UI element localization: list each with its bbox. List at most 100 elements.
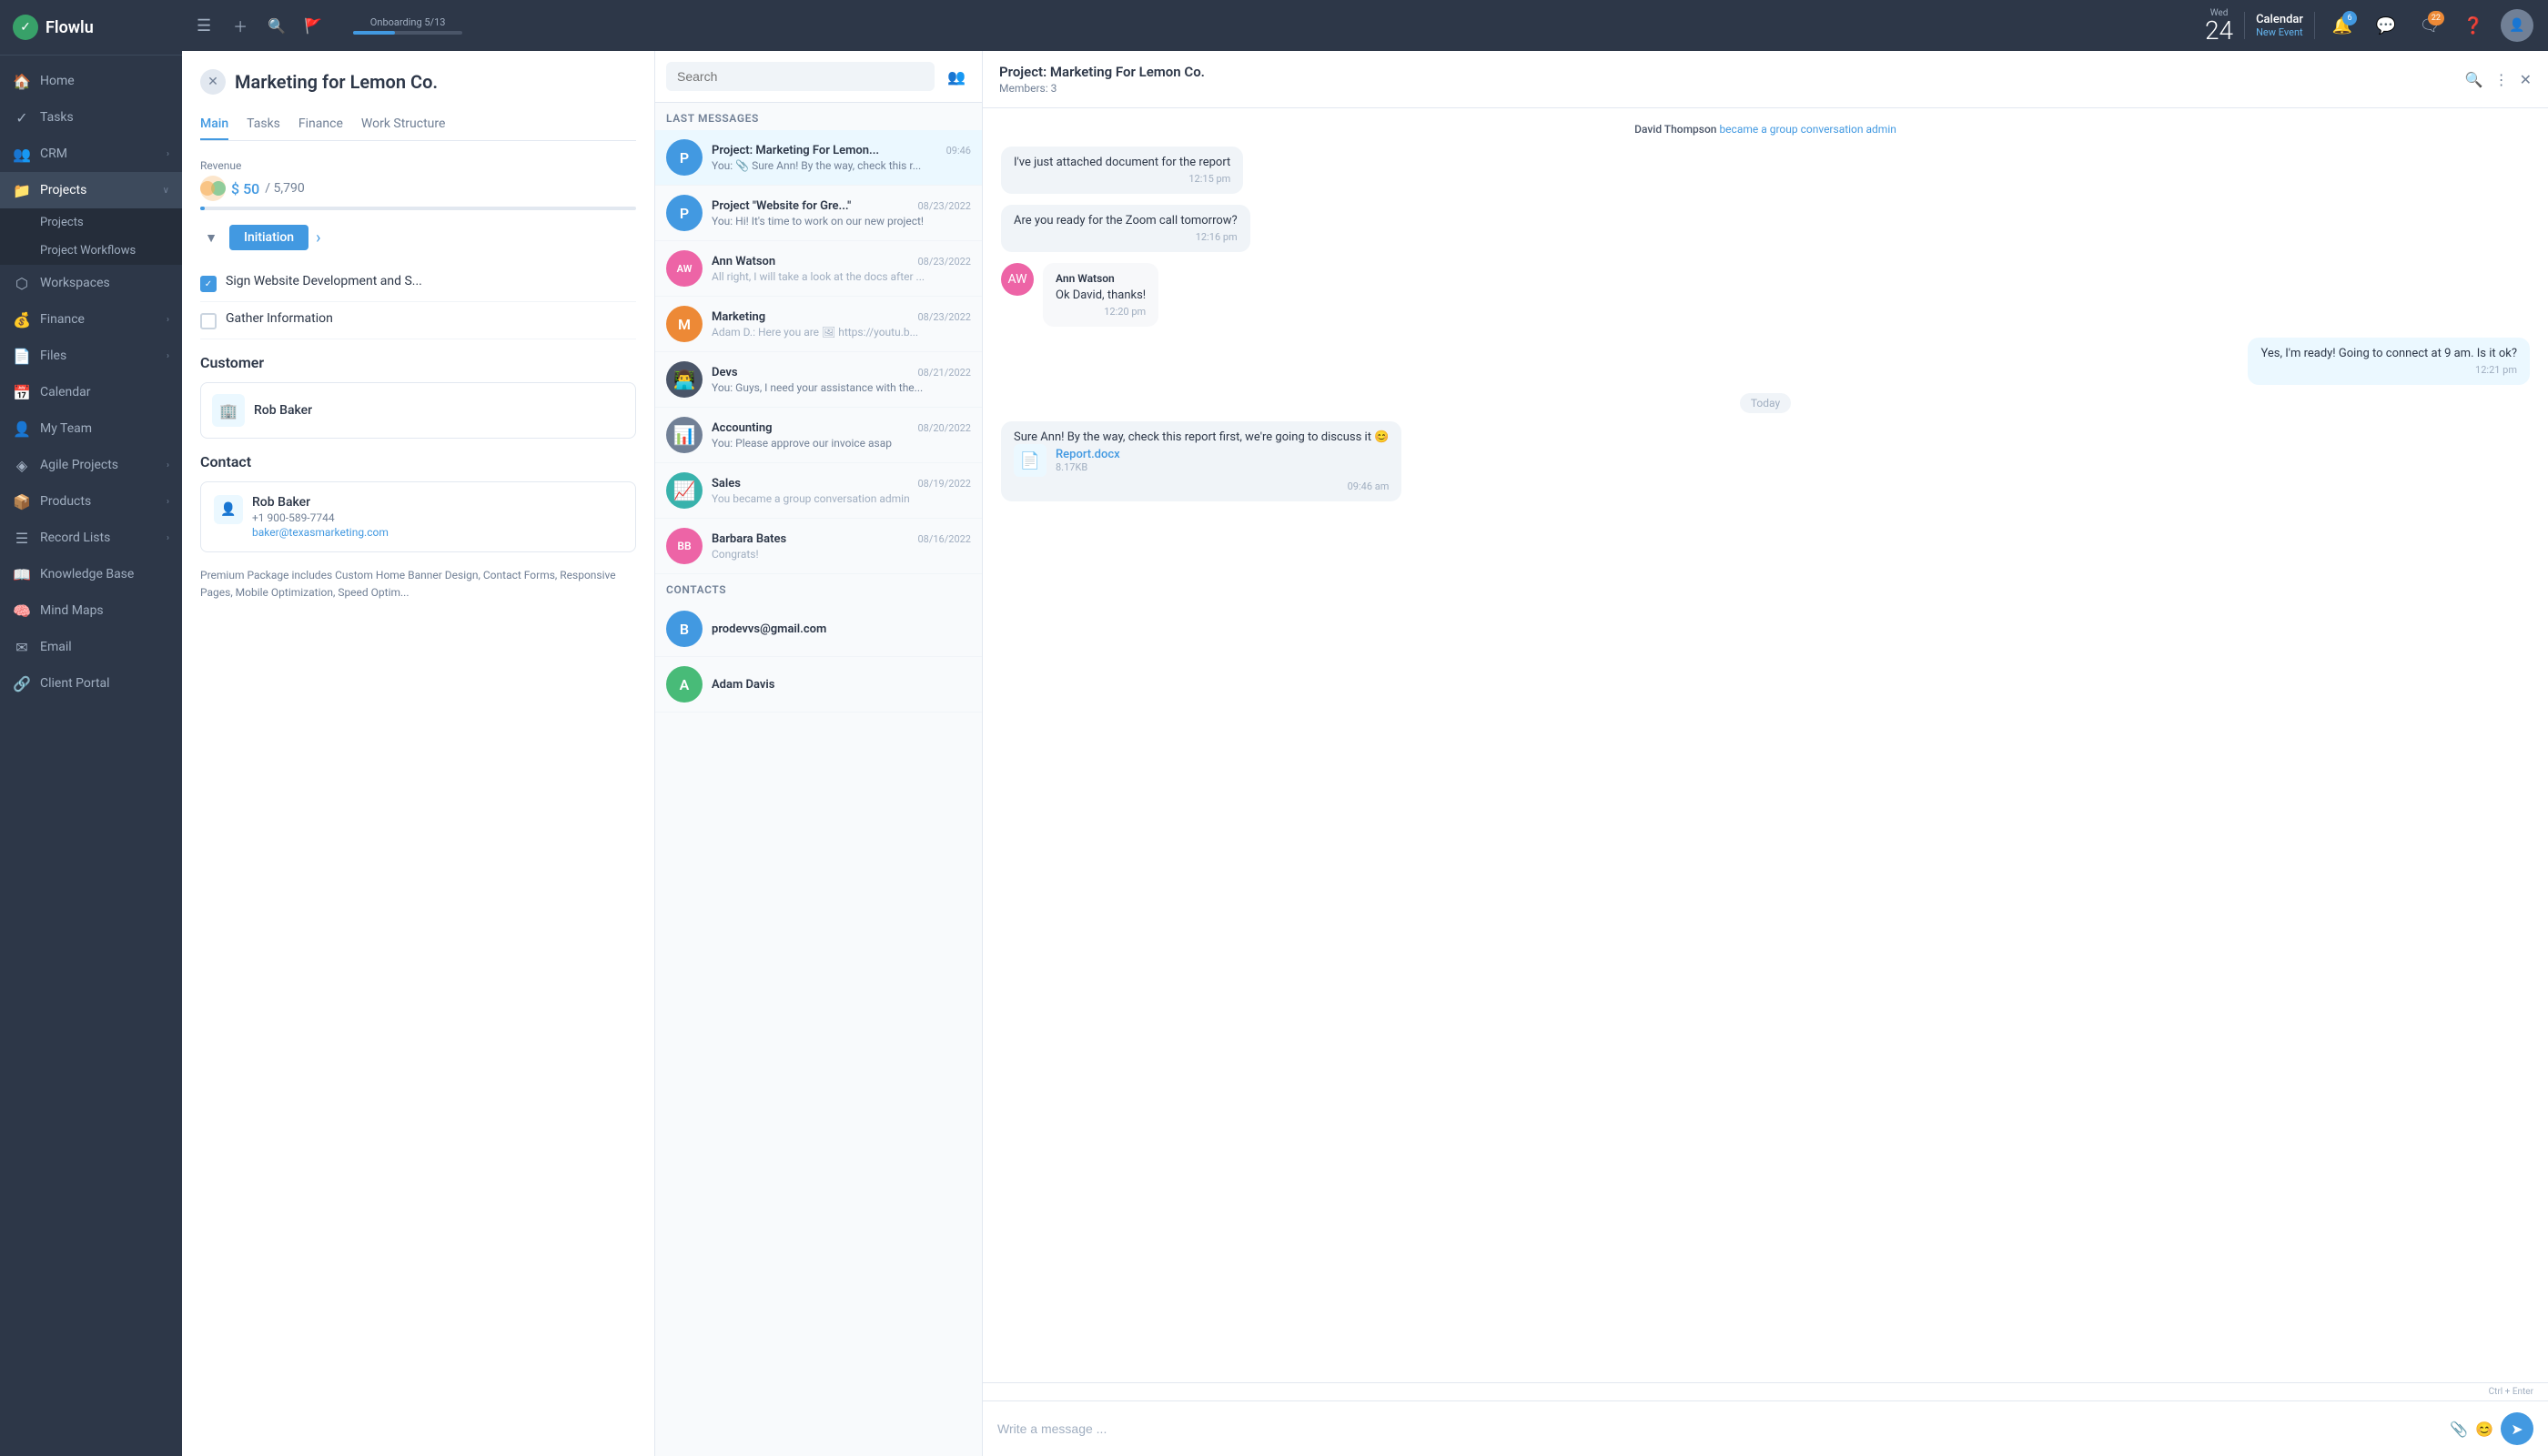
products-icon: 📦 [13,492,31,511]
sidebar-item-workspaces[interactable]: ⬡ Workspaces [0,265,182,301]
chat-bubble-1: I've just attached document for the repo… [1001,147,1243,194]
messenger-contact-0[interactable]: B prodevvs@gmail.com [655,602,982,657]
file-name-link[interactable]: Report.docx [1056,448,1120,461]
contact-name-0: prodevvs@gmail.com [712,622,971,636]
flowlu-logo-icon: ✓ [13,15,38,40]
chat-close-button[interactable]: ✕ [2520,71,2532,88]
messages-badge: 22 [2428,11,2444,25]
last-messages-label: Last messages [655,103,982,130]
file-time: 09:46 am [1014,480,1389,492]
project-title: Marketing for Lemon Co. [235,71,438,93]
hamburger-menu-icon[interactable]: ☰ [197,16,211,35]
sidebar-item-email[interactable]: ✉ Email [0,629,182,665]
sidebar-item-label: Workspaces [40,276,169,290]
sidebar-item-project-workflows[interactable]: Project Workflows [0,237,182,265]
sidebar-item-label: CRM [40,147,157,161]
chat-more-button[interactable]: ⋮ [2494,71,2509,88]
contact-email[interactable]: baker@texasmarketing.com [252,526,389,539]
customer-section-title: Customer [200,354,636,371]
send-message-button[interactable]: ➤ [2501,1412,2533,1445]
sidebar-item-label: Projects [40,183,154,197]
msg-content-4: Devs 08/21/2022 You: Guys, I need your a… [712,366,971,394]
sidebar-item-my-team[interactable]: 👤 My Team [0,410,182,447]
sidebar-item-finance[interactable]: 💰 Finance › [0,301,182,338]
messenger-item-5[interactable]: 📊 Accounting 08/20/2022 You: Please appr… [655,408,982,463]
revenue-bar-fill [200,207,205,210]
msg-name-0: Project: Marketing For Lemon... [712,144,879,157]
sidebar-item-files[interactable]: 📄 Files › [0,338,182,374]
sidebar-item-label: Calendar [40,385,169,399]
emoji-icon[interactable]: 😊 [2475,1421,2493,1438]
sidebar-item-label: Client Portal [40,676,169,691]
task-text-1: Sign Website Development and S... [226,274,422,288]
messenger-contact-1[interactable]: A Adam Davis [655,657,982,713]
sidebar-item-knowledge-base[interactable]: 📖 Knowledge Base [0,556,182,592]
onboarding-progress: Onboarding 5/13 [353,16,462,35]
messenger-item-6[interactable]: 📈 Sales 08/19/2022 You became a group co… [655,463,982,519]
messages-badge-button[interactable]: 🗨 22 [2413,9,2446,42]
messenger-item-2[interactable]: AW Ann Watson 08/23/2022 All right, I wi… [655,241,982,297]
customer-card[interactable]: 🏢 Rob Baker [200,382,636,439]
stage-collapse-button[interactable]: ▼ [200,227,222,248]
admin-name: David Thompson [1634,123,1716,136]
sidebar-item-agile[interactable]: ◈ Agile Projects › [0,447,182,483]
tab-work-structure[interactable]: Work Structure [361,109,446,140]
contact-card: 👤 Rob Baker +1 900-589-7744 baker@texasm… [200,481,636,552]
tab-finance[interactable]: Finance [298,109,343,140]
sidebar-item-label: Mind Maps [40,603,169,618]
topbar-right: Wed 24 Calendar New Event 🔔 6 💬 🗨 22 ❓ 👤 [2205,8,2533,44]
user-avatar[interactable]: 👤 [2501,9,2533,42]
contact-icon: 👤 [214,495,243,524]
messenger-item-0[interactable]: P Project: Marketing For Lemon... 09:46 … [655,130,982,186]
chat-file-row: 📄 Report.docx 8.17KB [1014,444,1389,477]
add-button[interactable]: ＋ [226,11,255,40]
msg-header-4: Devs 08/21/2022 [712,366,971,379]
file-details: Report.docx 8.17KB [1056,448,1120,473]
sidebar-item-mind-maps[interactable]: 🧠 Mind Maps [0,592,182,629]
sidebar-item-projects[interactable]: 📁 Projects ∨ [0,172,182,208]
msg-time-0: 09:46 [946,145,971,157]
messenger-item-4[interactable]: 👨‍💻 Devs 08/21/2022 You: Guys, I need yo… [655,352,982,408]
chat-header-left: Project: Marketing For Lemon Co. Members… [999,64,1205,95]
sidebar-item-client-portal[interactable]: 🔗 Client Portal [0,665,182,702]
messenger-item-7[interactable]: BB Barbara Bates 08/16/2022 Congrats! [655,519,982,574]
sidebar-navigation: 🏠 Home ✓ Tasks 👥 CRM › 📁 Projects ∨ Proj… [0,56,182,1456]
sidebar-item-products[interactable]: 📦 Products › [0,483,182,520]
contact-details: Rob Baker +1 900-589-7744 baker@texasmar… [252,495,389,539]
sidebar-item-projects-sub[interactable]: Projects [0,208,182,237]
chat-message-input[interactable] [997,1421,2441,1436]
tab-main[interactable]: Main [200,109,228,140]
tab-tasks[interactable]: Tasks [247,109,280,140]
finance-icon: 💰 [13,310,31,329]
search-button[interactable]: 🔍 [262,11,291,40]
sidebar-item-crm[interactable]: 👥 CRM › [0,136,182,172]
msg-header-3: Marketing 08/23/2022 [712,310,971,324]
revenue-total: / 5,790 [265,181,304,196]
notification-flag-icon[interactable]: 🚩 [298,11,328,40]
msg-avatar-1: P [666,195,703,231]
sidebar-item-home[interactable]: 🏠 Home [0,63,182,99]
add-conversation-button[interactable]: 👥 [942,62,971,91]
sidebar-item-calendar[interactable]: 📅 Calendar [0,374,182,410]
chat-search-button[interactable]: 🔍 [2465,71,2483,88]
task-checkbox-1[interactable]: ✓ [200,276,217,292]
chat-icon-button[interactable]: 💬 [2370,9,2402,42]
calendar-icon: 📅 [13,383,31,401]
notifications-bell-button[interactable]: 🔔 6 [2326,9,2359,42]
help-button[interactable]: ❓ [2457,9,2490,42]
msg-name-4: Devs [712,366,738,379]
project-close-button[interactable]: ✕ [200,69,226,95]
chat-file-text: Sure Ann! By the way, check this report … [1014,430,1389,444]
attach-file-icon[interactable]: 📎 [2450,1421,2468,1438]
msg-preview-2: All right, I will take a look at the doc… [712,270,971,283]
chevron-right-icon: › [167,315,169,325]
messenger-item-1[interactable]: P Project "Website for Gre..." 08/23/202… [655,186,982,241]
messenger-item-3[interactable]: M Marketing 08/23/2022 Adam D.: Here you… [655,297,982,352]
home-icon: 🏠 [13,72,31,90]
messenger-search-input[interactable] [666,62,935,91]
chat-bubble-text-1: I've just attached document for the repo… [1014,156,1230,169]
sidebar-item-tasks[interactable]: ✓ Tasks [0,99,182,136]
task-checkbox-2[interactable] [200,313,217,329]
sidebar-item-record-lists[interactable]: ☰ Record Lists › [0,520,182,556]
new-event-link[interactable]: New Event [2256,26,2303,38]
